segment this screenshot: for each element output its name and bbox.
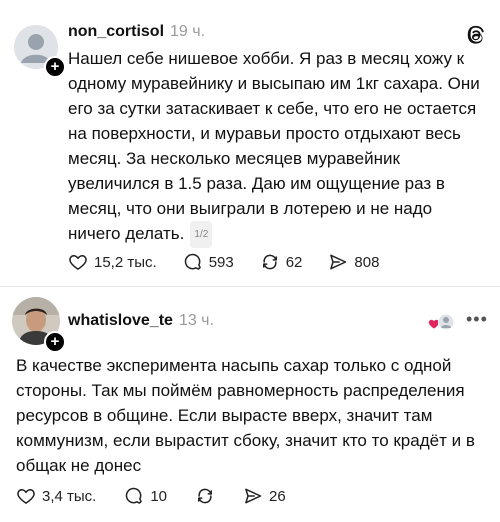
share-icon xyxy=(245,488,262,504)
comment-button[interactable]: 593 xyxy=(183,252,234,272)
like-count: 15,2 тыс. xyxy=(94,253,157,271)
comment-count: 10 xyxy=(150,487,168,505)
post-username[interactable]: non_cortisol 19 ч. xyxy=(68,23,205,41)
repost-button[interactable]: 62 xyxy=(260,252,303,272)
like-button[interactable]: 3,4 тыс. xyxy=(16,486,96,506)
post-1: + non_cortisol 19 ч. Нашел себе нишевое х… xyxy=(0,0,500,285)
threads-logo-icon[interactable] xyxy=(465,24,487,46)
share-button[interactable]: 808 xyxy=(328,252,379,272)
share-count: 808 xyxy=(354,253,380,271)
comment-count: 593 xyxy=(208,253,234,271)
post-actions: 15,2 тыс. 593 62 808 xyxy=(68,252,405,272)
avatar[interactable]: + xyxy=(14,25,66,78)
follow-plus-icon[interactable]: + xyxy=(44,56,66,78)
comment-button[interactable]: 10 xyxy=(124,486,167,506)
post-time: 13 ч. xyxy=(178,312,214,329)
share-button[interactable]: 26 xyxy=(243,486,286,506)
heart-icon xyxy=(69,255,87,270)
post-actions: 3,4 тыс. 10 26 xyxy=(16,486,312,506)
heart-icon xyxy=(17,489,35,504)
image-counter-badge: 1/2 xyxy=(190,221,213,248)
repost-icon xyxy=(262,254,277,270)
like-count: 3,4 тыс. xyxy=(42,487,97,505)
comment-icon xyxy=(126,487,143,504)
repost-icon xyxy=(198,488,213,504)
mini-avatar-icon xyxy=(438,314,454,330)
post-time: 19 ч. xyxy=(170,23,206,40)
comment-icon xyxy=(184,253,201,270)
post-2: + whatislove_te 13 ч. ••• В качестве эксп… xyxy=(0,287,500,522)
follow-plus-icon[interactable]: + xyxy=(44,331,66,353)
reply-text: В качестве эксперимента насыпь сахар тол… xyxy=(16,356,475,475)
share-count: 26 xyxy=(269,487,286,505)
repost-button[interactable] xyxy=(195,486,221,506)
more-options-icon[interactable]: ••• xyxy=(466,309,488,330)
post-username[interactable]: whatislove_te 13 ч. xyxy=(68,312,214,330)
post-text: Нашел себе нишевое хобби. Я раз в месяц … xyxy=(68,46,486,248)
like-button[interactable]: 15,2 тыс. xyxy=(68,252,157,272)
share-icon xyxy=(330,254,347,270)
repost-count: 62 xyxy=(285,253,303,271)
author-liked-indicator xyxy=(428,313,458,331)
avatar[interactable]: + xyxy=(12,297,66,353)
